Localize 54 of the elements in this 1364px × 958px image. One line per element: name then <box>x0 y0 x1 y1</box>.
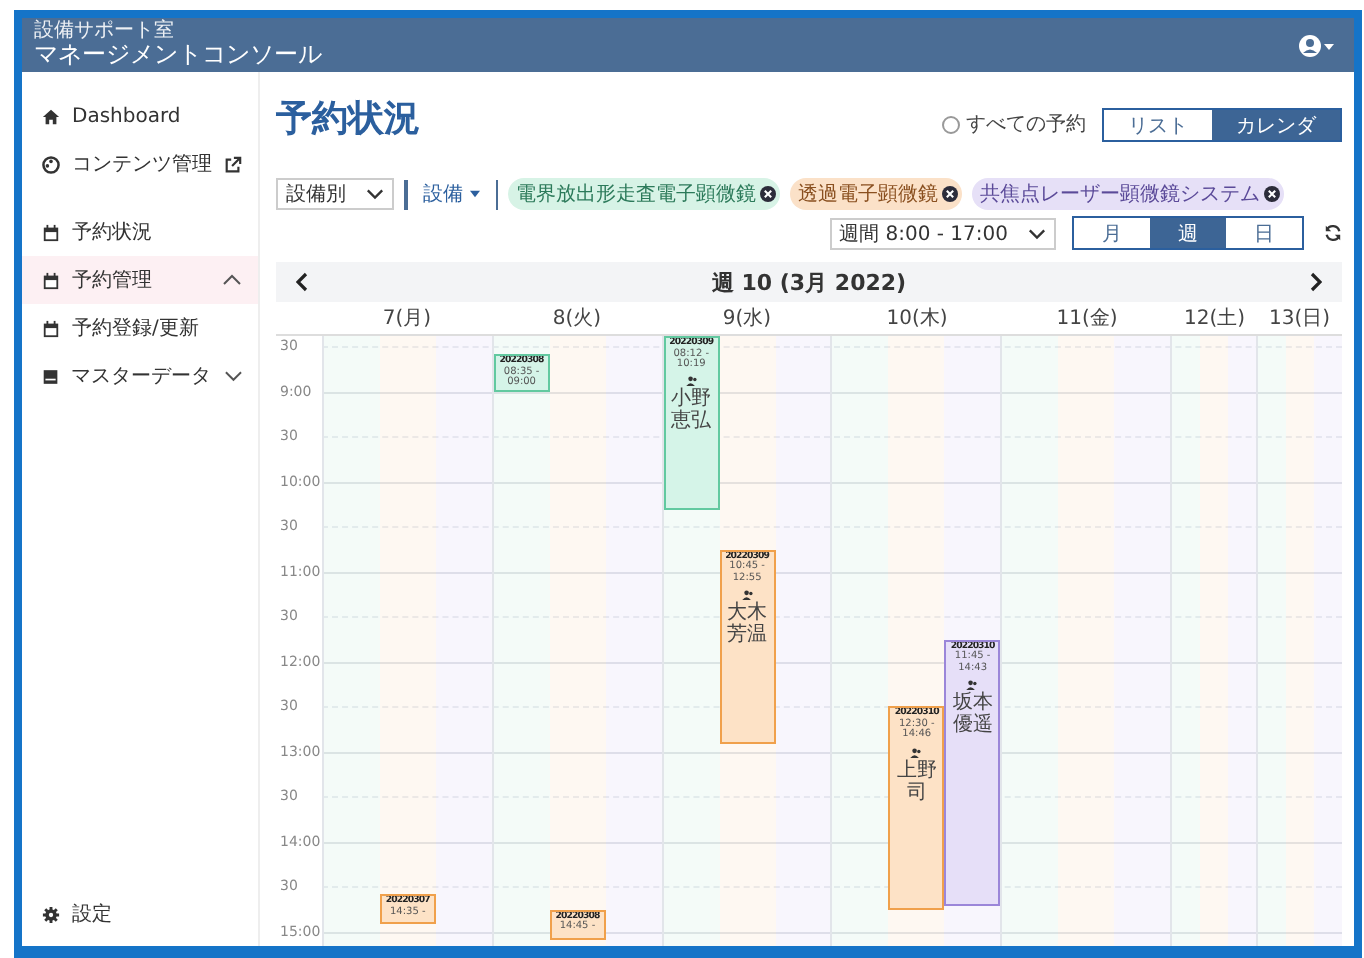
chevron-up-icon <box>222 274 242 286</box>
day-header: 12(土) <box>1183 308 1246 330</box>
sidebar-item[interactable]: Dashboard <box>22 92 258 140</box>
palette-icon <box>42 155 60 173</box>
page-title: 予約状況 <box>276 96 420 142</box>
person-icon <box>685 376 698 387</box>
sidebar-item[interactable]: コンテンツ管理 <box>22 140 258 188</box>
day-header: 8(火) <box>552 308 602 330</box>
equipment-dropdown-button[interactable]: 設備 <box>417 180 485 208</box>
week-title: 週 10 (3月 2022) <box>711 267 907 297</box>
sidebar-item[interactable]: マスターデータ <box>22 352 258 400</box>
caret-icon <box>469 190 479 198</box>
view-toggle-tab[interactable]: カレンダ <box>1212 109 1340 139</box>
app-title: マネージメントコンソール <box>34 42 322 69</box>
filter-chip[interactable]: 透過電子顕微鏡 <box>790 178 962 210</box>
sidebar-item[interactable]: 予約状況 <box>22 208 258 256</box>
gear-icon <box>42 905 60 923</box>
user-menu-icon[interactable] <box>1298 33 1338 57</box>
day-header: 7(月) <box>382 308 432 330</box>
person-name: 上野司 <box>896 759 937 804</box>
day-header: 10(木) <box>886 308 948 330</box>
day-header: 9(水) <box>722 308 772 330</box>
home-icon <box>42 107 60 125</box>
remove-icon[interactable] <box>1264 186 1280 202</box>
period-tab[interactable]: 週 <box>1150 218 1226 248</box>
app-subtitle: 設備サポート室 <box>34 21 176 43</box>
day-header: 13(日) <box>1268 308 1331 330</box>
time-range-select[interactable]: 週間 8:00 - 17:00 <box>829 217 1056 249</box>
calendar-icon <box>42 271 60 289</box>
refresh-icon[interactable] <box>1324 224 1342 242</box>
previous-icon[interactable] <box>296 272 308 292</box>
filter-chip[interactable]: 電界放出形走査電子顕微鏡 <box>508 178 780 210</box>
settings-item[interactable]: 設定 <box>22 890 258 938</box>
next-icon[interactable] <box>1310 272 1322 292</box>
chevron-down-icon <box>366 188 384 200</box>
remove-icon[interactable] <box>942 186 958 202</box>
book-icon <box>42 367 60 385</box>
chevron-down-icon <box>1028 227 1046 239</box>
group-select[interactable]: 設備別 <box>276 178 394 210</box>
person-name: 小野恵弘 <box>671 388 712 433</box>
day-header: 11(金) <box>1056 308 1118 330</box>
calendar-icon <box>42 223 60 241</box>
person-icon <box>966 679 979 690</box>
calendar-icon <box>42 319 60 337</box>
filter-chip[interactable]: 共焦点レーザー顕微鏡システム <box>972 178 1284 210</box>
sidebar-item[interactable]: 予約管理 <box>22 256 258 304</box>
sidebar-item[interactable]: 予約登録/更新 <box>22 304 258 352</box>
all-reservations-radio[interactable]: すべての予約 <box>942 110 1086 138</box>
person-name: 大木芳温 <box>727 601 768 646</box>
person-icon <box>910 747 923 758</box>
person-name: 坂本優遥 <box>952 691 993 736</box>
chevron-down-icon <box>223 370 242 382</box>
person-icon <box>741 589 754 600</box>
remove-icon[interactable] <box>760 186 776 202</box>
